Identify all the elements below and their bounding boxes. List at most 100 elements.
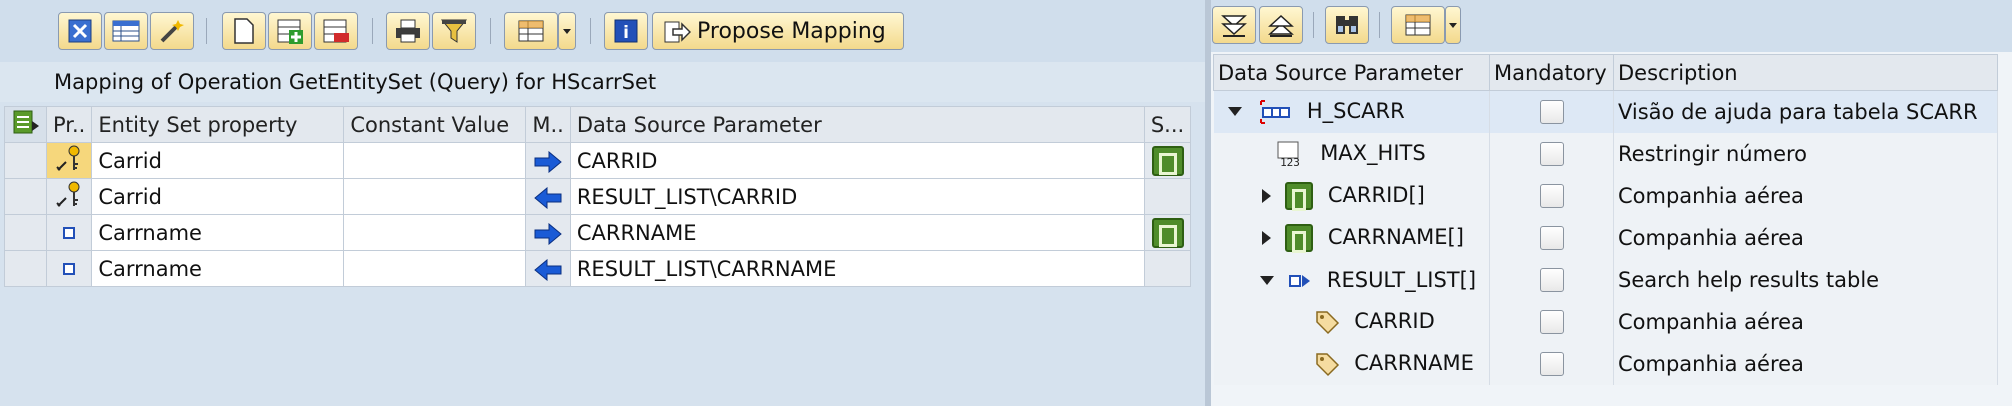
table-row[interactable]: Carrname RESULT_LIST\CARRNAME — [4, 250, 1192, 287]
mapping-toolbar: i Propose Mapping — [0, 0, 1205, 62]
tag-icon — [1315, 352, 1339, 376]
mandatory-cell[interactable] — [1489, 174, 1614, 217]
tree-row[interactable]: H_SCARR Visão de ajuda para tabela SCARR — [1213, 90, 1998, 133]
row-selector[interactable] — [4, 142, 47, 179]
column-header-status[interactable]: S... — [1143, 106, 1192, 143]
tree-node[interactable]: RESULT_LIST[] — [1213, 258, 1490, 301]
print-button[interactable] — [386, 12, 430, 50]
tree-node-label: CARRNAME[] — [1327, 224, 1464, 249]
mandatory-checkbox[interactable] — [1539, 184, 1564, 208]
info-button[interactable]: i — [604, 12, 648, 50]
add-row-icon — [277, 19, 303, 44]
layout-dropdown-button[interactable] — [558, 12, 576, 50]
field-property-cell — [45, 214, 93, 251]
tree-node[interactable]: H_SCARR — [1213, 90, 1490, 133]
entity-property-cell[interactable]: Carrname — [91, 250, 345, 287]
mandatory-cell[interactable] — [1489, 90, 1614, 133]
field-icon — [63, 262, 76, 275]
status-cell[interactable] — [1143, 214, 1192, 251]
tree-row[interactable]: CARRNAME[] Companhia aérea — [1213, 216, 1998, 259]
entity-property-cell[interactable]: Carrid — [91, 178, 345, 215]
tree-node-label: H_SCARR — [1306, 98, 1405, 123]
column-header-entity-property[interactable]: Entity Set property — [91, 106, 345, 143]
data-source-parameter-cell[interactable]: RESULT_LIST\CARRID — [569, 178, 1145, 215]
close-icon — [68, 19, 92, 43]
description-cell: Search help results table — [1613, 258, 1998, 301]
mapping-direction-cell[interactable] — [525, 214, 571, 251]
row-selector[interactable] — [4, 178, 47, 215]
tree-node[interactable]: CARRID[] — [1213, 174, 1490, 217]
propose-mapping-button[interactable]: Propose Mapping — [652, 12, 904, 50]
constant-value-cell[interactable] — [343, 142, 527, 179]
entity-property-cell[interactable]: Carrid — [91, 142, 345, 179]
tree-row[interactable]: CARRID[] Companhia aérea — [1213, 174, 1998, 217]
column-header-mapping-direction[interactable]: M.. — [525, 106, 571, 143]
data-source-parameter-cell[interactable]: CARRID — [569, 142, 1145, 179]
column-header-parameter[interactable]: Data Source Parameter — [1213, 54, 1490, 91]
tree-node[interactable]: 123 MAX_HITS — [1213, 132, 1490, 175]
mandatory-checkbox[interactable] — [1539, 142, 1564, 166]
mandatory-checkbox[interactable] — [1539, 226, 1564, 250]
row-selector[interactable] — [4, 250, 47, 287]
tree-row[interactable]: CARRID Companhia aérea — [1213, 300, 1998, 343]
collapse-icon[interactable] — [1227, 107, 1242, 117]
collapse-all-button[interactable] — [1259, 6, 1303, 44]
magic-wand-button[interactable] — [150, 12, 194, 50]
entity-property-cell[interactable]: Carrname — [91, 214, 345, 251]
tree-row[interactable]: RESULT_LIST[] Search help results table — [1213, 258, 1998, 301]
delete-row-button[interactable] — [314, 12, 358, 50]
expand-icon[interactable] — [1261, 230, 1271, 245]
structure-icon — [1260, 99, 1291, 124]
mandatory-cell[interactable] — [1489, 132, 1614, 175]
status-cell[interactable] — [1143, 142, 1192, 179]
tree-node[interactable]: CARRNAME[] — [1213, 216, 1490, 259]
tree-row[interactable]: CARRNAME Companhia aérea — [1213, 342, 1998, 385]
find-button[interactable] — [1325, 6, 1369, 44]
bracket-icon — [1285, 181, 1314, 211]
layout-dropdown-button[interactable] — [1445, 6, 1461, 44]
mandatory-cell[interactable] — [1489, 216, 1614, 259]
mandatory-cell[interactable] — [1489, 300, 1614, 343]
constant-value-cell[interactable] — [343, 250, 527, 287]
table-view-button[interactable] — [104, 12, 148, 50]
column-header-description[interactable]: Description — [1613, 54, 1998, 91]
mandatory-cell[interactable] — [1489, 342, 1614, 385]
tree-node[interactable]: CARRNAME — [1213, 342, 1490, 385]
constant-value-cell[interactable] — [343, 214, 527, 251]
toolbar-separator — [1379, 12, 1380, 38]
mapping-direction-cell[interactable] — [525, 178, 571, 215]
constant-value-cell[interactable] — [343, 178, 527, 215]
select-all-column[interactable] — [4, 106, 47, 143]
data-source-parameter-cell[interactable]: CARRNAME — [569, 214, 1145, 251]
mandatory-cell[interactable] — [1489, 258, 1614, 301]
mapping-direction-cell[interactable] — [525, 142, 571, 179]
data-source-parameter-cell[interactable]: RESULT_LIST\CARRNAME — [569, 250, 1145, 287]
column-header-constant-value[interactable]: Constant Value — [343, 106, 527, 143]
close-button[interactable] — [58, 12, 102, 50]
column-header-mandatory[interactable]: Mandatory — [1489, 54, 1614, 91]
layout-button[interactable] — [504, 12, 558, 50]
new-document-button[interactable] — [222, 12, 266, 50]
collapse-icon[interactable] — [1259, 276, 1274, 285]
table-row[interactable]: Carrname CARRNAME — [4, 214, 1192, 251]
row-selector[interactable] — [4, 214, 47, 251]
mandatory-checkbox[interactable] — [1539, 352, 1564, 376]
tree-node-label: RESULT_LIST[] — [1326, 267, 1477, 292]
add-row-button[interactable] — [268, 12, 312, 50]
mandatory-checkbox[interactable] — [1539, 310, 1564, 334]
mapping-direction-cell[interactable] — [525, 250, 571, 287]
expand-all-button[interactable] — [1212, 6, 1256, 44]
status-cell[interactable] — [1143, 250, 1192, 287]
mandatory-checkbox[interactable] — [1539, 268, 1564, 292]
status-cell[interactable] — [1143, 178, 1192, 215]
tree-row[interactable]: 123 MAX_HITS Restringir número — [1213, 132, 1998, 175]
table-row[interactable]: Carrid RESULT_LIST\CARRID — [4, 178, 1192, 215]
expand-icon[interactable] — [1261, 188, 1271, 203]
layout-button[interactable] — [1391, 6, 1445, 44]
column-header-data-source-parameter[interactable]: Data Source Parameter — [569, 106, 1145, 143]
column-header-pr[interactable]: Pr.. — [45, 106, 93, 143]
mandatory-checkbox[interactable] — [1539, 100, 1564, 125]
filter-button[interactable] — [432, 12, 476, 50]
table-row[interactable]: Carrid CARRID — [4, 142, 1192, 179]
tree-node[interactable]: CARRID — [1213, 300, 1490, 343]
